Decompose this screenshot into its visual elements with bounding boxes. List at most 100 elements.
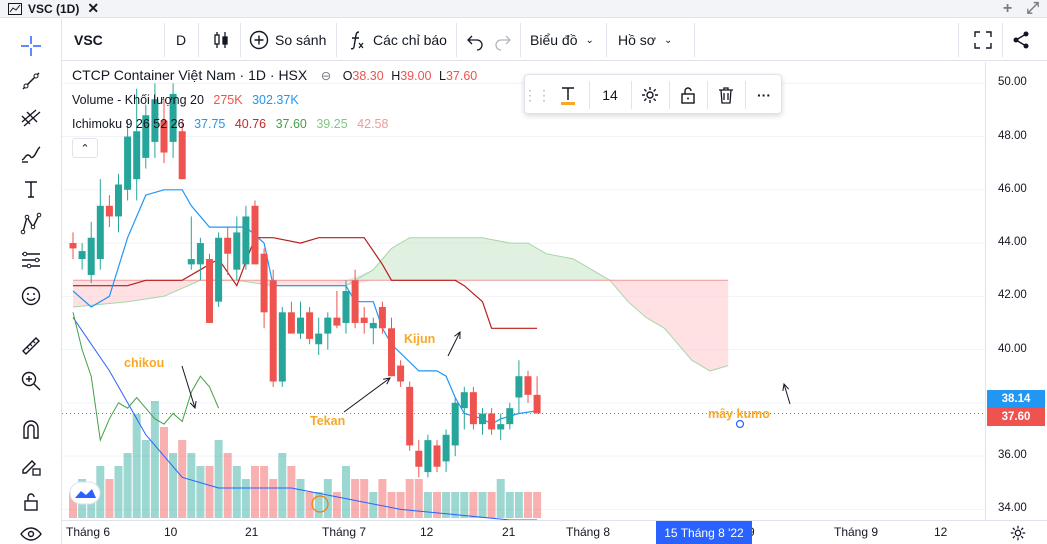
fib-tool[interactable] — [14, 103, 48, 133]
text-settings-button[interactable] — [633, 75, 667, 115]
toolbar-divider — [164, 23, 165, 57]
legend-ichimoku: Ichimoku 9 26 52 26 37.75 40.76 37.60 39… — [72, 117, 388, 131]
annotation-kumo[interactable]: mây kumo — [708, 407, 770, 421]
volume-bar — [533, 492, 542, 518]
volume-bar — [414, 479, 423, 518]
candle-body — [524, 376, 532, 395]
interval-button[interactable]: D — [176, 19, 186, 61]
candle-body — [251, 205, 259, 265]
crosshair-tool[interactable] — [14, 31, 48, 61]
annotation-kijun[interactable]: Kijun — [404, 332, 435, 346]
brush-tool[interactable] — [14, 139, 48, 169]
legend-low-value: 37.60 — [445, 69, 478, 83]
hide-drawings-tool[interactable] — [14, 519, 48, 544]
legend-collapse-button[interactable]: ⌃ — [72, 138, 98, 158]
legend-volume-value: 275K — [213, 93, 243, 107]
lock-drawing-button[interactable] — [671, 75, 705, 115]
text-icon — [25, 181, 37, 198]
volume-bar — [460, 492, 469, 518]
font-size-button[interactable]: 14 — [593, 75, 627, 115]
candle-body — [515, 376, 523, 398]
volume-bar — [287, 466, 296, 518]
chart-pane[interactable]: CTCP Container Việt Nam · 1D · HSX ⊖ O38… — [62, 62, 985, 520]
candle-body — [196, 243, 204, 265]
profile-menu-button[interactable]: Hồ sơ ⌄ — [618, 19, 672, 61]
candle-body — [224, 237, 232, 254]
legend-volume-name: Volume - Khối lượng 20 — [72, 93, 204, 107]
price-axis[interactable]: 38.14 37.60 50.00 48.00 46.00 44.00 42.00 40.… — [985, 62, 1047, 520]
volume-bar — [514, 492, 523, 518]
legend-hide-icon[interactable]: ⊖ — [321, 69, 331, 83]
kumo-cloud-bearish — [73, 280, 729, 371]
close-window-icon[interactable]: ✕ — [87, 0, 99, 17]
lock-drawing-tool[interactable] — [14, 451, 48, 481]
candle-body — [306, 312, 314, 339]
candle-body — [105, 205, 113, 217]
delete-drawing-button[interactable] — [709, 75, 743, 115]
chart-style-button[interactable] — [210, 19, 232, 61]
redo-button[interactable] — [492, 19, 514, 61]
volume-bar — [123, 453, 132, 518]
share-button[interactable] — [1010, 19, 1032, 61]
chevron-down-icon: ⌄ — [663, 34, 673, 46]
magnet-icon — [23, 420, 39, 439]
text-properties-toolbar: ⋮⋮ 14 ··· — [523, 74, 782, 115]
text-color-button[interactable] — [553, 75, 583, 115]
text-tool[interactable] — [14, 174, 48, 204]
annotation-chikou[interactable]: chikou — [124, 356, 164, 370]
candle-body — [333, 317, 341, 326]
undo-button[interactable] — [464, 19, 486, 61]
candle-body — [315, 333, 323, 345]
indicators-button[interactable]: Các chỉ báo — [346, 19, 447, 61]
lock-all-tool[interactable] — [14, 487, 48, 517]
measure-tool[interactable] — [14, 331, 48, 361]
chikou-span-line — [72, 312, 220, 442]
unlock-icon — [24, 493, 38, 511]
volume-bar — [351, 479, 360, 518]
time-axis-label: Tháng 7 — [322, 525, 367, 539]
brush-icon — [21, 146, 41, 163]
chevron-up-icon: ⌃ — [80, 142, 90, 155]
volume-bar — [342, 466, 350, 518]
add-window-icon[interactable]: + — [1003, 0, 1012, 18]
prediction-tool[interactable] — [14, 245, 48, 275]
annotation-tekan[interactable]: Tekan — [310, 414, 345, 428]
candle-body — [187, 259, 195, 265]
volume-bar — [178, 440, 187, 518]
candle-body — [278, 312, 286, 382]
fullscreen-button[interactable] — [972, 19, 994, 61]
candle-body — [206, 259, 213, 323]
volume-bar — [205, 466, 214, 518]
more-options-icon[interactable]: ··· — [747, 75, 781, 115]
expand-window-icon[interactable]: ⤢ — [1026, 0, 1039, 18]
volume-bar — [360, 479, 369, 518]
legend-ichimoku-name: Ichimoku 9 26 52 26 — [72, 117, 185, 131]
window-title-bar: VSC (1D) ✕ + ⤢ — [0, 0, 1047, 18]
settings-icon[interactable] — [1009, 524, 1027, 544]
toolbar-divider — [240, 23, 241, 57]
candle-body — [424, 440, 432, 473]
volume-bar — [223, 453, 232, 518]
pattern-tool[interactable] — [14, 209, 48, 239]
emoji-tool[interactable] — [14, 281, 48, 311]
drag-handle-icon[interactable]: ⋮⋮ — [523, 75, 551, 115]
time-axis[interactable]: 12Tháng 99Tháng 82112Tháng 72110Tháng 6 … — [62, 520, 1047, 544]
compare-button[interactable]: So sánh — [248, 19, 326, 61]
ruler-icon — [22, 337, 40, 355]
volume-bar — [387, 492, 396, 518]
volume-bar — [251, 466, 259, 518]
zoom-tool[interactable] — [14, 366, 48, 396]
chevron-down-icon: ⌄ — [585, 34, 594, 46]
symbol-search-button[interactable]: VSC — [74, 19, 103, 61]
candle-body — [433, 445, 441, 467]
volume-bar — [160, 427, 168, 518]
volume-bar — [396, 492, 405, 518]
indicators-label: Các chỉ báo — [373, 32, 447, 48]
toolbar-divider — [694, 23, 695, 57]
smiley-icon — [21, 286, 41, 306]
legend-low-label: L — [438, 69, 446, 83]
layout-menu-button[interactable]: Biểu đồ ⌄ — [530, 19, 594, 61]
trend-line-tool[interactable] — [14, 66, 48, 96]
magnet-tool[interactable] — [14, 415, 48, 445]
tenkan-sen-line — [72, 189, 538, 425]
